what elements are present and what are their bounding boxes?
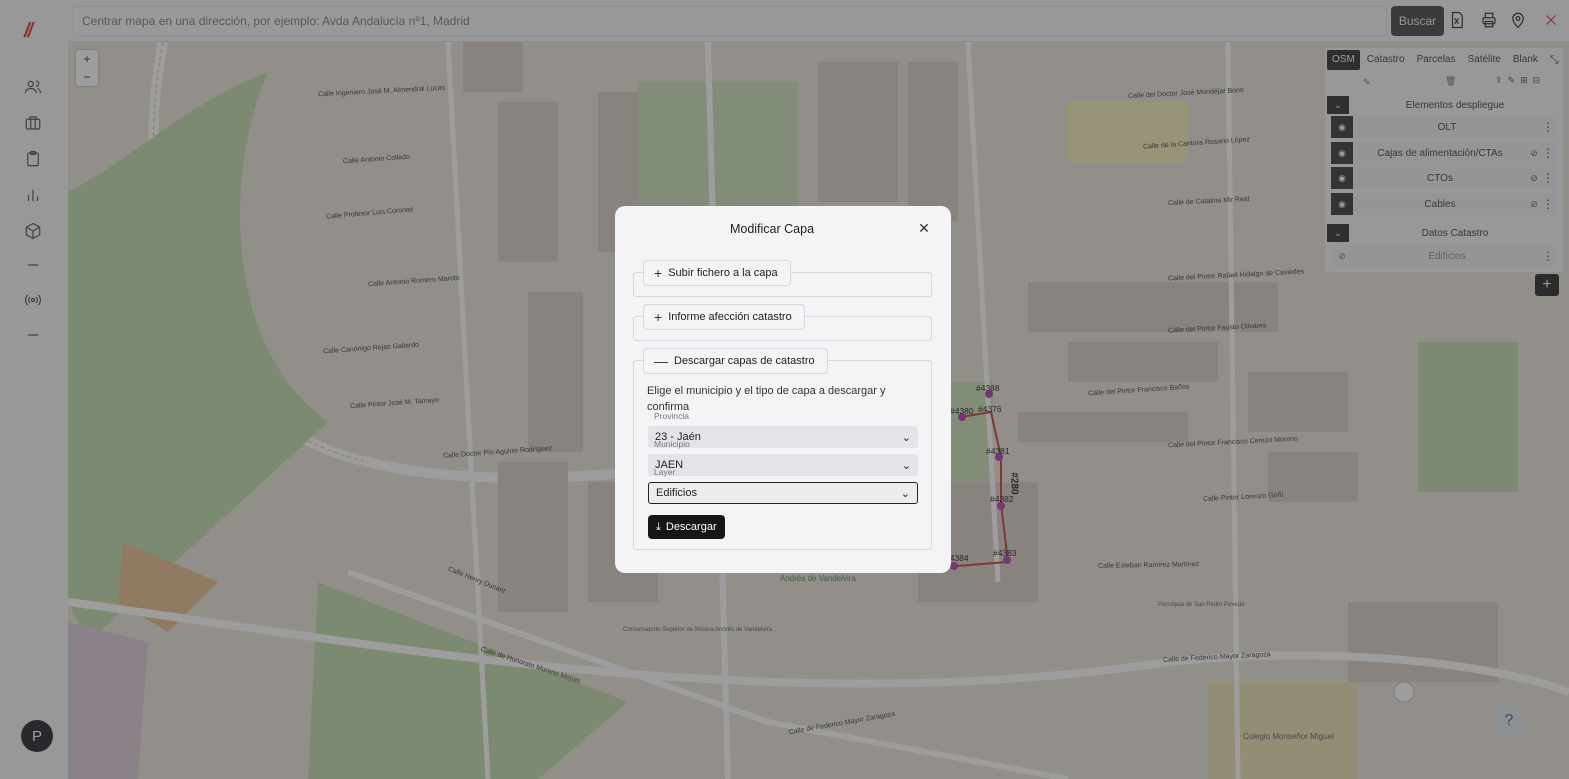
section-upload: + Subir fichero a la capa xyxy=(633,260,932,297)
layer-label: Layer xyxy=(654,467,676,477)
section-report: + Informe afección catastro xyxy=(633,304,932,341)
section-download: — Descargar capas de catastro Elige el m… xyxy=(633,348,932,550)
chevron-down-icon: ⌄ xyxy=(901,431,911,444)
municipio-label: Municipio xyxy=(654,439,690,449)
download-icon: ⤓ xyxy=(656,520,661,533)
plus-icon: + xyxy=(654,309,663,325)
download-label: Descargar xyxy=(665,521,717,533)
dialog-title: Modificar Capa xyxy=(729,222,815,236)
layer-value: Edificios xyxy=(656,487,697,499)
layer-select[interactable]: Edificios ⌄ xyxy=(648,482,918,504)
chevron-down-icon: ⌄ xyxy=(900,487,910,500)
download-section-toggle[interactable]: — Descargar capas de catastro xyxy=(643,348,828,374)
app-root: // P Buscar xyxy=(0,0,1569,779)
section-label: Subir fichero a la capa xyxy=(668,267,778,279)
section-label: Informe afección catastro xyxy=(668,311,792,323)
provincia-label: Provincia xyxy=(654,411,689,421)
close-icon[interactable]: ✕ xyxy=(915,219,933,237)
plus-icon: + xyxy=(654,265,663,281)
report-section-toggle[interactable]: + Informe afección catastro xyxy=(643,304,805,330)
section-label: Descargar capas de catastro xyxy=(674,355,815,367)
minus-icon: — xyxy=(654,353,668,369)
chevron-down-icon: ⌄ xyxy=(901,459,911,472)
upload-section-toggle[interactable]: + Subir fichero a la capa xyxy=(643,260,791,286)
municipio-select[interactable]: JAEN ⌄ xyxy=(648,454,918,476)
download-button[interactable]: ⤓ Descargar xyxy=(648,515,725,539)
modify-layer-dialog: Modificar Capa ✕ + Subir fichero a la ca… xyxy=(615,206,951,573)
